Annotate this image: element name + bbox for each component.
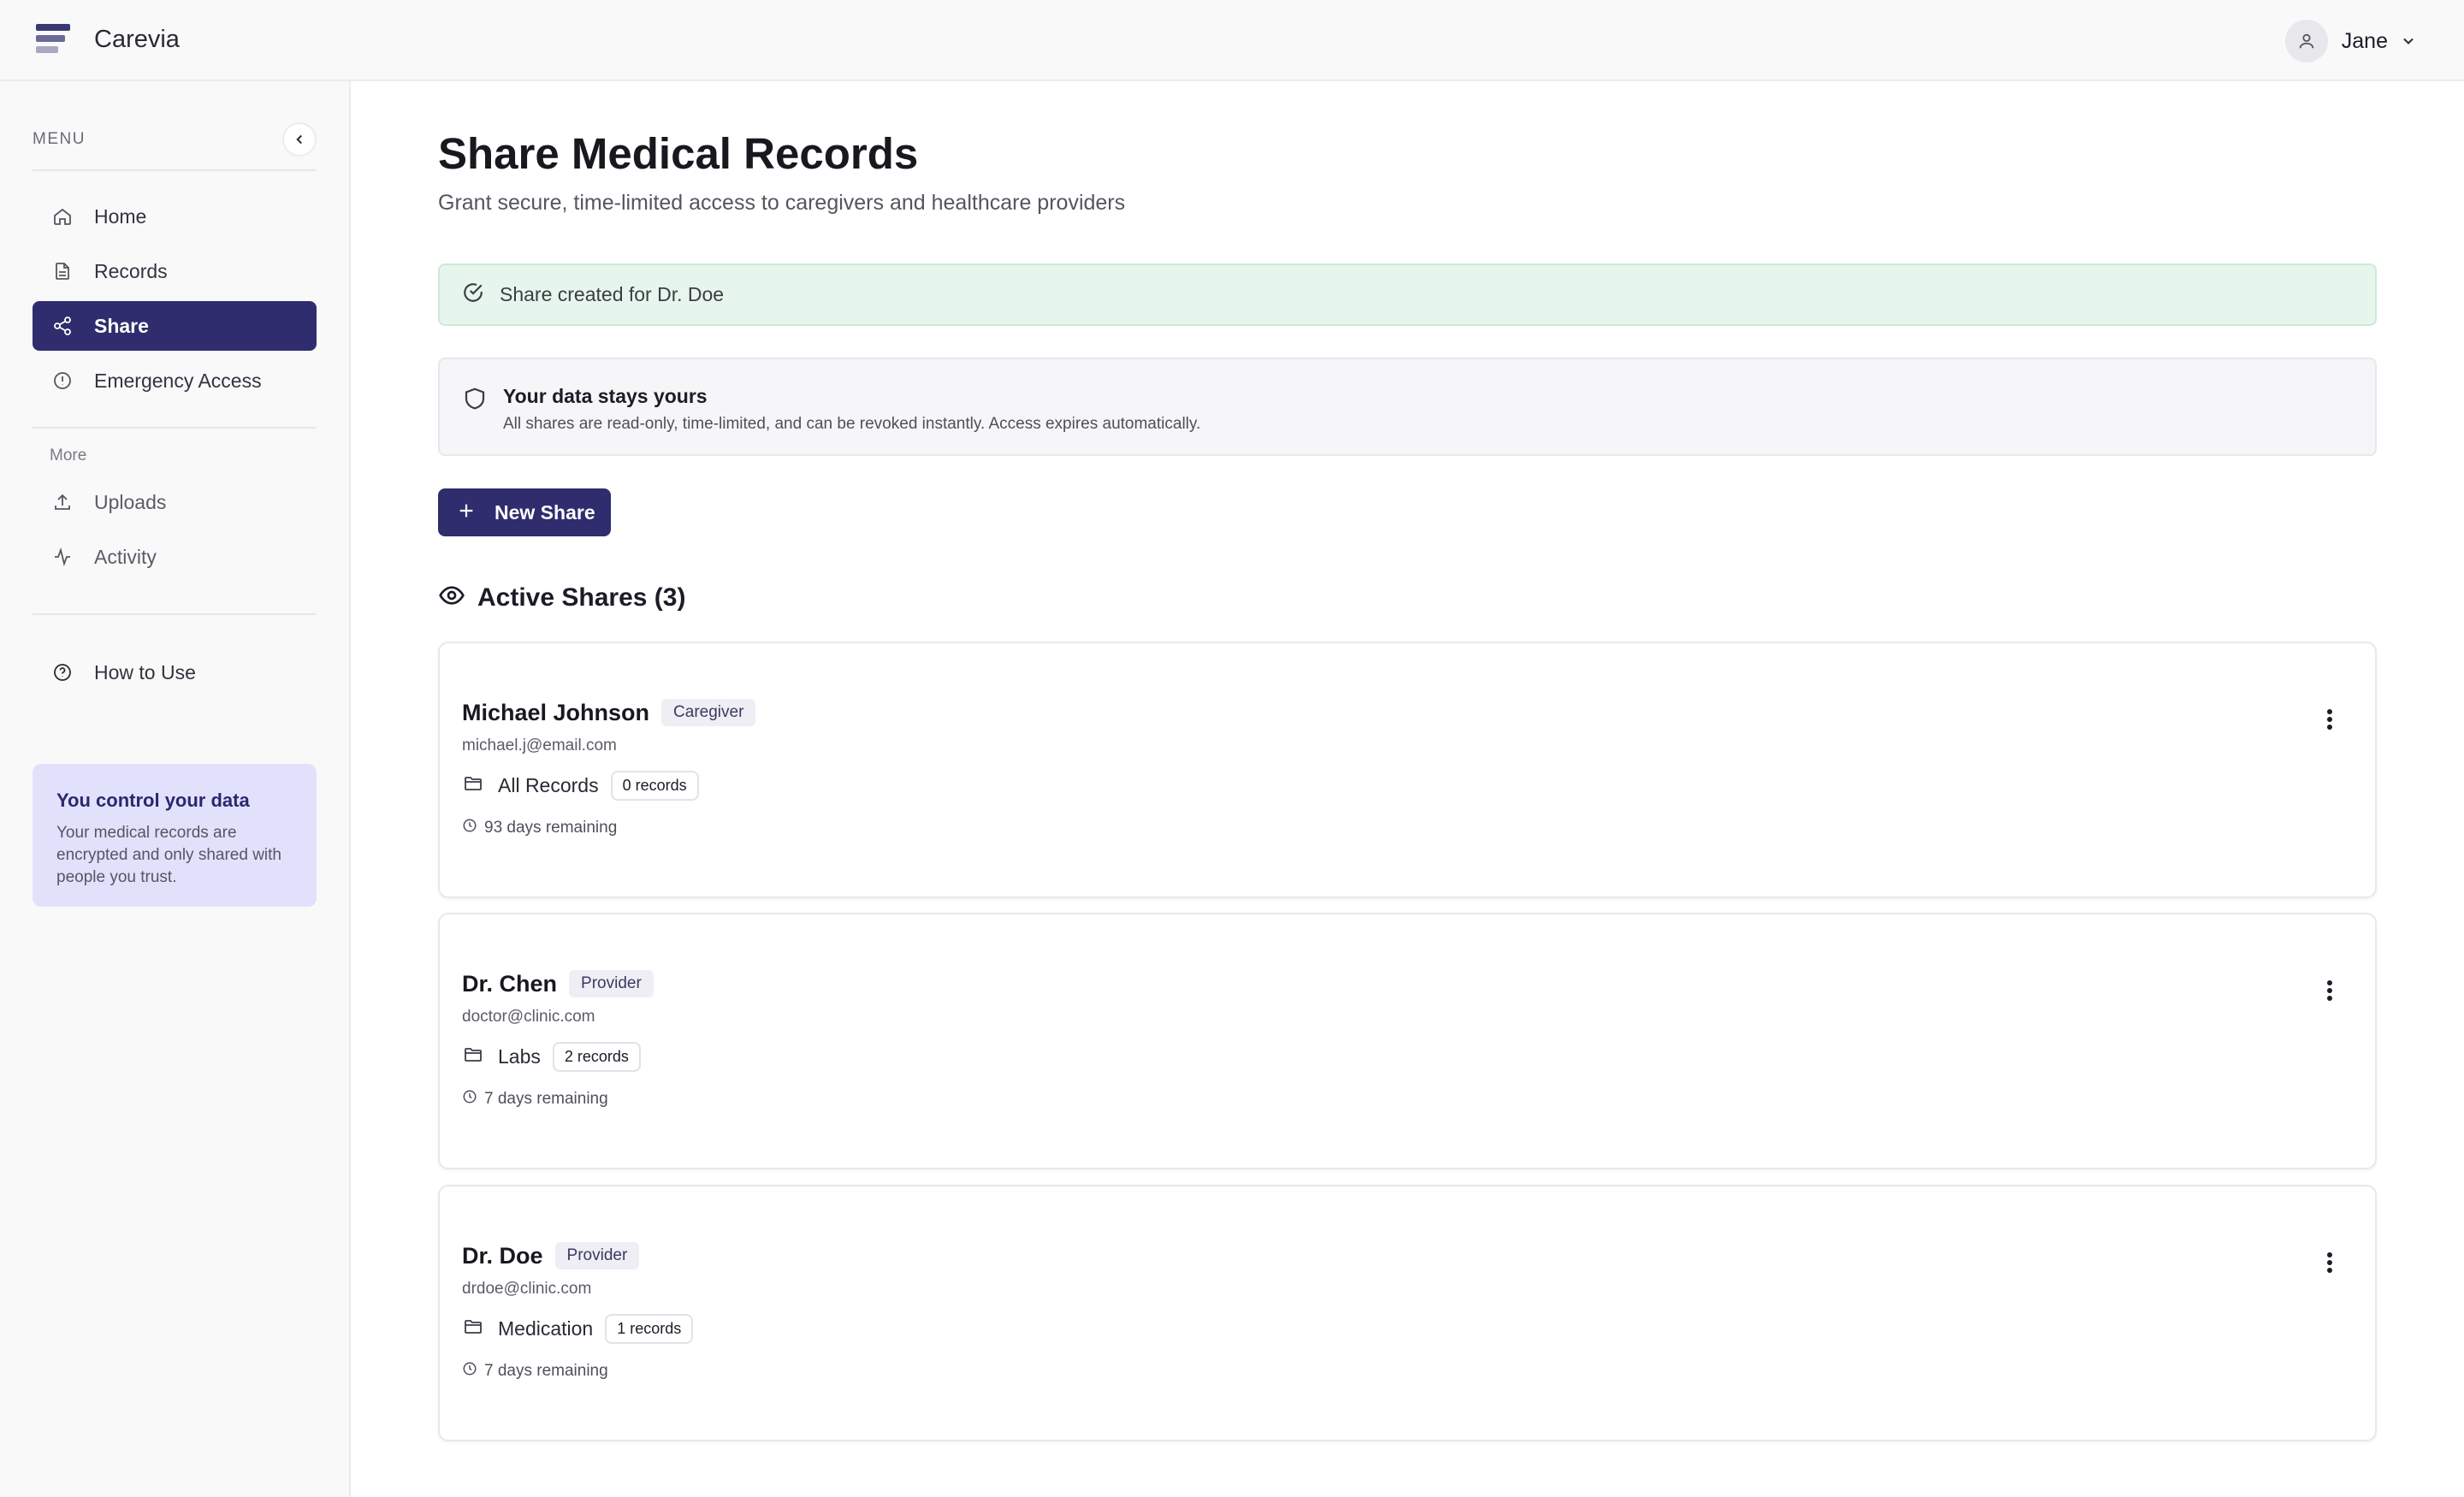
sidebar-item-uploads[interactable]: Uploads bbox=[33, 477, 317, 527]
share-category: All Records bbox=[498, 774, 599, 796]
user-name: Jane bbox=[2341, 28, 2388, 53]
home-icon bbox=[50, 204, 75, 229]
top-bar: Carevia Jane bbox=[0, 0, 2464, 81]
file-icon bbox=[50, 258, 75, 284]
share-role-badge: Provider bbox=[569, 970, 654, 997]
privacy-notice: Your data stays yours All shares are rea… bbox=[438, 358, 2377, 456]
clock-icon bbox=[462, 1089, 477, 1109]
privacy-text: All shares are read-only, time-limited, … bbox=[503, 415, 1201, 433]
share-record-count: 1 records bbox=[605, 1314, 694, 1344]
sidebar-divider bbox=[33, 613, 317, 615]
share-card: Michael Johnson Caregiver michael.j@emai… bbox=[438, 642, 2377, 898]
share-record-count: 2 records bbox=[552, 1042, 641, 1072]
info-card-title: You control your data bbox=[56, 790, 250, 811]
success-alert: Share created for Dr. Doe bbox=[438, 263, 2377, 326]
share-record-count: 0 records bbox=[610, 771, 699, 801]
clock-icon bbox=[462, 818, 477, 837]
share-recipient-email: drdoe@clinic.com bbox=[462, 1280, 592, 1298]
collapse-sidebar-button[interactable] bbox=[282, 121, 317, 157]
plus-icon bbox=[457, 501, 476, 524]
app-name: Carevia bbox=[94, 26, 180, 53]
more-options-icon[interactable] bbox=[2317, 701, 2343, 737]
new-share-label: New Share bbox=[495, 500, 595, 524]
sidebar-item-label: Records bbox=[94, 259, 168, 282]
share-category: Medication bbox=[498, 1317, 594, 1340]
share-recipient-name: Dr. Doe bbox=[462, 1242, 543, 1269]
more-label: More bbox=[50, 447, 87, 464]
alert-circle-icon bbox=[50, 368, 75, 393]
share-time-remaining: 7 days remaining bbox=[484, 1089, 608, 1108]
app-root: Carevia Jane MENU Home Records Share Eme… bbox=[0, 0, 2464, 1497]
share-time-remaining: 7 days remaining bbox=[484, 1361, 608, 1380]
share-recipient-email: michael.j@email.com bbox=[462, 737, 617, 754]
sidebar-item-label: Share bbox=[94, 314, 149, 337]
shield-icon bbox=[462, 385, 488, 417]
user-avatar-icon bbox=[2284, 20, 2328, 62]
clock-icon bbox=[462, 1361, 477, 1381]
chevron-down-icon bbox=[2400, 33, 2417, 50]
share-icon bbox=[50, 313, 75, 339]
sidebar-item-label: Home bbox=[94, 204, 147, 228]
sidebar-header: MENU bbox=[33, 81, 317, 171]
sidebar-divider bbox=[33, 427, 317, 429]
sidebar-item-emergency-access[interactable]: Emergency Access bbox=[33, 356, 317, 405]
more-options-icon[interactable] bbox=[2317, 1245, 2343, 1281]
share-role-badge: Caregiver bbox=[661, 699, 756, 726]
share-category: Labs bbox=[498, 1045, 541, 1068]
active-shares-header: Active Shares (3) bbox=[438, 582, 685, 613]
check-circle-icon bbox=[462, 281, 484, 308]
share-role-badge: Provider bbox=[554, 1242, 640, 1269]
sidebar-item-records[interactable]: Records bbox=[33, 246, 317, 296]
sidebar-item-home[interactable]: Home bbox=[33, 192, 317, 241]
logo-icon bbox=[36, 23, 70, 56]
active-shares-heading: Active Shares (3) bbox=[477, 583, 686, 612]
sidebar-item-label: Activity bbox=[94, 545, 157, 568]
sidebar-item-label: Uploads bbox=[94, 490, 167, 513]
sidebar-item-share[interactable]: Share bbox=[33, 301, 317, 351]
sidebar: MENU Home Records Share Emergency Access… bbox=[0, 81, 351, 1497]
sidebar-item-label: How to Use bbox=[94, 660, 196, 683]
upload-icon bbox=[50, 489, 75, 515]
sidebar-nav-main: Home Records Share Emergency Access bbox=[33, 192, 317, 411]
share-card: Dr. Doe Provider drdoe@clinic.com Medica… bbox=[438, 1185, 2377, 1441]
share-recipient-name: Dr. Chen bbox=[462, 970, 558, 997]
sidebar-item-label: Emergency Access bbox=[94, 369, 262, 392]
data-control-card: You control your data Your medical recor… bbox=[33, 764, 317, 907]
sidebar-nav-help: How to Use bbox=[33, 648, 317, 702]
user-menu[interactable]: Jane bbox=[2284, 19, 2417, 63]
sidebar-nav-more: Uploads Activity bbox=[33, 477, 317, 587]
activity-icon bbox=[50, 544, 75, 570]
sidebar-item-how-to-use[interactable]: How to Use bbox=[33, 648, 317, 697]
sidebar-item-activity[interactable]: Activity bbox=[33, 532, 317, 582]
folder-icon bbox=[462, 1317, 484, 1341]
menu-label: MENU bbox=[33, 129, 86, 148]
folder-icon bbox=[462, 773, 484, 798]
help-circle-icon bbox=[50, 660, 75, 685]
folder-icon bbox=[462, 1044, 484, 1069]
share-time-remaining: 93 days remaining bbox=[484, 818, 618, 837]
eye-icon bbox=[438, 582, 465, 613]
page-subtitle: Grant secure, time-limited access to car… bbox=[438, 191, 1126, 215]
share-card: Dr. Chen Provider doctor@clinic.com Labs… bbox=[438, 913, 2377, 1169]
success-alert-text: Share created for Dr. Doe bbox=[500, 283, 725, 305]
logo[interactable]: Carevia bbox=[36, 23, 180, 56]
info-card-text: Your medical records are encrypted and o… bbox=[56, 824, 281, 886]
page-title: Share Medical Records bbox=[438, 129, 919, 178]
share-recipient-email: doctor@clinic.com bbox=[462, 1008, 595, 1026]
share-recipient-name: Michael Johnson bbox=[462, 699, 650, 725]
new-share-button[interactable]: New Share bbox=[438, 488, 611, 536]
more-options-icon[interactable] bbox=[2317, 973, 2343, 1009]
privacy-title: Your data stays yours bbox=[503, 385, 708, 407]
